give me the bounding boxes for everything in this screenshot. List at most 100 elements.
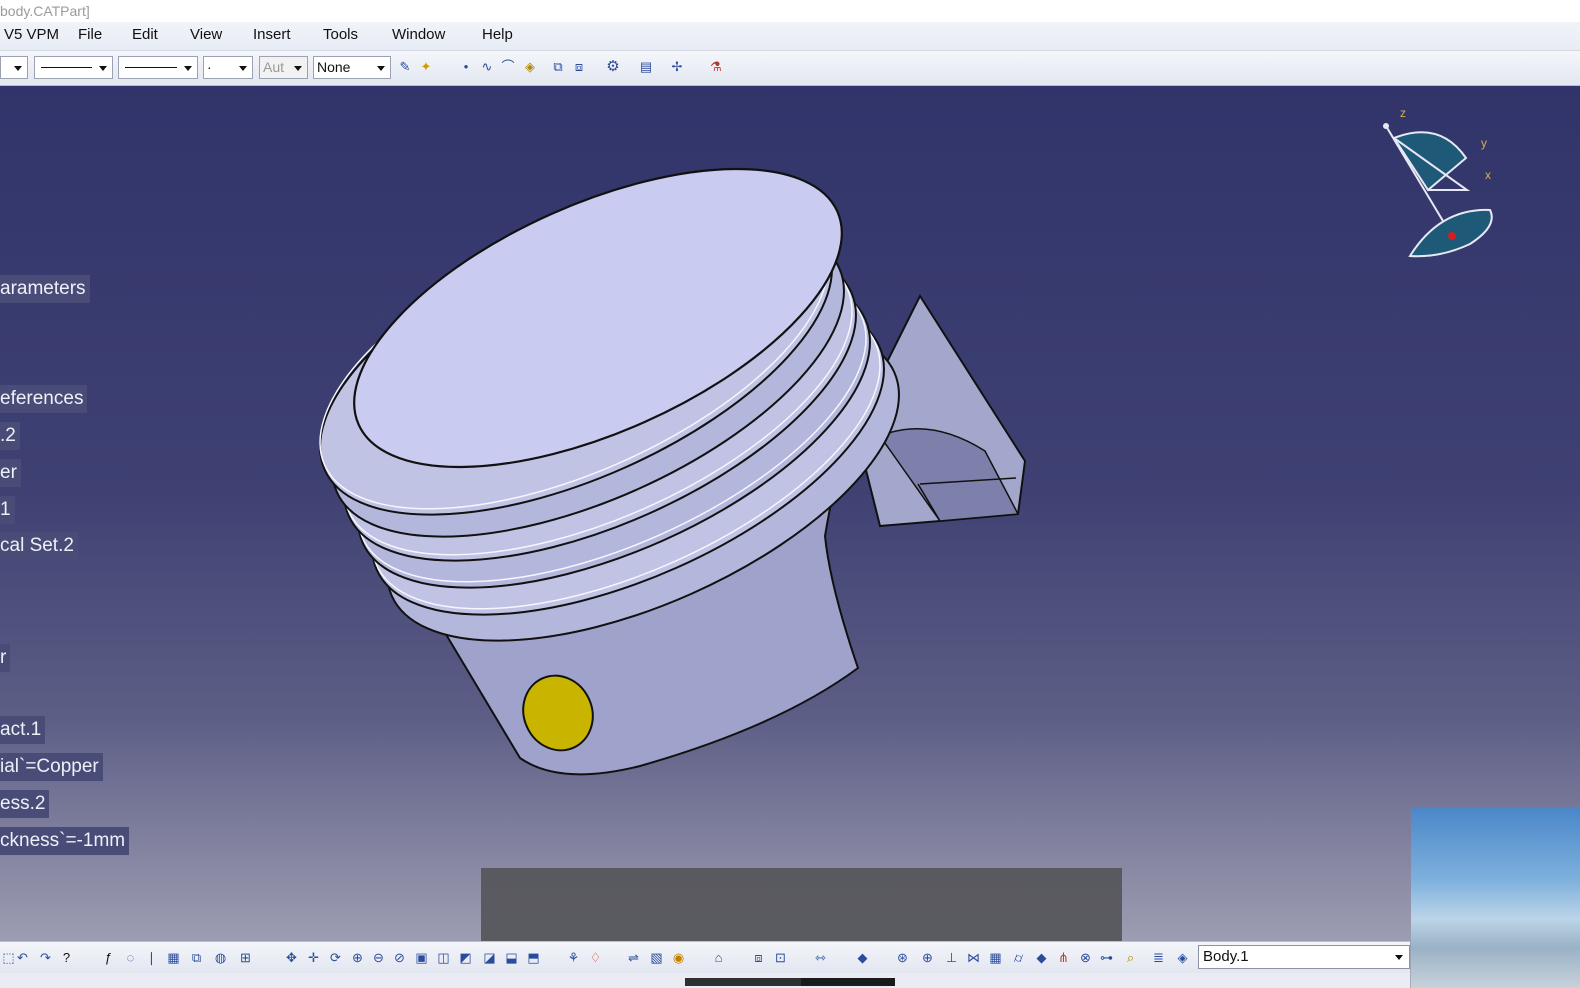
- compass-y-label: y: [1481, 136, 1487, 150]
- tree-node-1[interactable]: 1: [0, 496, 15, 524]
- point-icon[interactable]: •: [458, 59, 474, 75]
- globe-icon[interactable]: ⊕: [919, 949, 936, 966]
- sky-thumbnail: [1411, 807, 1580, 988]
- table-icon[interactable]: ▤: [638, 59, 654, 75]
- compass-z-label: z: [1400, 106, 1406, 120]
- menu-view[interactable]: View: [190, 26, 222, 43]
- cylinder-icon[interactable]: ⌭: [1010, 949, 1027, 966]
- tree-node-geometrical-set-2[interactable]: cal Set.2: [0, 532, 78, 560]
- window-title: body.CATPart]: [0, 3, 90, 19]
- rule-icon[interactable]: ◌: [122, 949, 139, 966]
- constraint-icon[interactable]: ⋈: [965, 949, 982, 966]
- pan-icon[interactable]: ✛: [305, 949, 322, 966]
- iso-view-icon[interactable]: ◫: [435, 949, 452, 966]
- hide-show-icon[interactable]: ◪: [481, 949, 498, 966]
- rendering-style-value: Aut: [263, 59, 285, 75]
- viewport-canvas: [276, 107, 1493, 776]
- view-mode-icon[interactable]: ⬒: [525, 949, 542, 966]
- arc-icon[interactable]: ⌒: [500, 59, 516, 75]
- tree-node-er[interactable]: er: [0, 459, 21, 487]
- piston-part[interactable]: [276, 107, 1027, 776]
- param-icon[interactable]: ❘: [143, 949, 160, 966]
- material-icon[interactable]: ◍: [212, 949, 229, 966]
- tree-node-extract-1[interactable]: act.1: [0, 716, 46, 744]
- linewidth-dropdown[interactable]: [118, 56, 198, 79]
- spinner-icon[interactable]: ⊛: [894, 949, 911, 966]
- knowledge-icon[interactable]: ⚗: [708, 59, 724, 75]
- multi-view-icon[interactable]: ▣: [413, 949, 430, 966]
- point-symbol-dropdown[interactable]: ·: [203, 56, 253, 79]
- list-icon[interactable]: ≣: [1150, 949, 1167, 966]
- table-icon[interactable]: ▦: [165, 949, 182, 966]
- current-body-value: Body.1: [1203, 948, 1249, 965]
- publication-icon[interactable]: ▧: [648, 949, 665, 966]
- copy-icon[interactable]: ⧈: [750, 949, 767, 966]
- graphic-properties-toolbar: · Aut None ✎ ✦ • ∿ ⌒ ◈ ⧉ ⧈ ⚙ ▤ ✢ ⚗: [0, 51, 1580, 86]
- spline-icon[interactable]: ∿: [479, 59, 495, 75]
- disabled-tool-icon[interactable]: ⊗: [1077, 949, 1094, 966]
- fit-all-icon[interactable]: ✥: [283, 949, 300, 966]
- menu-file[interactable]: File: [78, 26, 102, 43]
- painter-icon[interactable]: ✎: [397, 59, 413, 75]
- matrix-icon[interactable]: ▦: [987, 949, 1004, 966]
- surface-icon[interactable]: ◈: [522, 59, 538, 75]
- workbench-icon[interactable]: ⚙: [605, 59, 621, 75]
- tree-node-2[interactable]: .2: [0, 422, 20, 450]
- hierarchy-icon[interactable]: ⊶: [1098, 949, 1115, 966]
- layer-dropdown[interactable]: None: [313, 56, 391, 79]
- point-symbol-value: ·: [207, 59, 212, 75]
- measure-icon[interactable]: ✢: [669, 59, 685, 75]
- grid-icon[interactable]: ⊞: [237, 949, 254, 966]
- menu-v5-vpm[interactable]: V5 VPM: [4, 26, 59, 43]
- camera-icon[interactable]: ⌂: [710, 949, 727, 966]
- menu-window[interactable]: Window: [392, 26, 445, 43]
- tree-node-references[interactable]: eferences: [0, 385, 88, 413]
- 3d-viewport[interactable]: z y x arameters eferences .2 er 1 cal Se…: [0, 86, 1580, 988]
- axis-icon[interactable]: ⊥: [943, 949, 960, 966]
- color-dropdown[interactable]: [0, 56, 28, 79]
- catalog-icon[interactable]: ⧉: [188, 949, 205, 966]
- compass-x-label: x: [1485, 168, 1491, 182]
- compass-snap-icon[interactable]: ⇌: [625, 949, 642, 966]
- compass-widget[interactable]: [1383, 123, 1493, 258]
- rendering-style-dropdown[interactable]: Aut: [259, 56, 308, 79]
- menu-bar: V5 VPM File Edit View Insert Tools Windo…: [0, 22, 1580, 51]
- chevron-down-icon: [1392, 946, 1406, 968]
- menu-edit[interactable]: Edit: [132, 26, 158, 43]
- shading-icon[interactable]: ◩: [457, 949, 474, 966]
- tree-icon[interactable]: ⋔: [1055, 949, 1072, 966]
- menu-help[interactable]: Help: [482, 26, 513, 43]
- positioned-sketch-icon[interactable]: ⧈: [571, 59, 587, 75]
- help-icon[interactable]: ?: [58, 949, 75, 966]
- dimension-icon[interactable]: ⇿: [812, 949, 829, 966]
- current-body-select[interactable]: Body.1: [1198, 945, 1410, 969]
- linetype-dropdown[interactable]: [34, 56, 113, 79]
- formula-icon[interactable]: ƒ: [100, 949, 117, 966]
- undo-icon[interactable]: ↶: [14, 949, 31, 966]
- search-icon[interactable]: ⌕: [1122, 949, 1139, 966]
- progress-bar: [685, 978, 895, 986]
- analysis-icon[interactable]: ♢: [587, 949, 604, 966]
- render-icon[interactable]: ⚘: [565, 949, 582, 966]
- tree-node-parameters[interactable]: arameters: [0, 275, 90, 303]
- tree-node-thickness-2[interactable]: ess.2: [0, 790, 50, 818]
- tree-node-material-copper[interactable]: ial`=Copper: [0, 753, 103, 781]
- body-icon[interactable]: ◈: [1174, 949, 1191, 966]
- part-design-icon[interactable]: ◆: [854, 949, 871, 966]
- menu-insert[interactable]: Insert: [253, 26, 291, 43]
- structure-icon[interactable]: ⊡: [772, 949, 789, 966]
- menu-tools[interactable]: Tools: [323, 26, 358, 43]
- tree-node-thickness-value[interactable]: ckness`=-1mm: [0, 827, 130, 855]
- zoom-in-icon[interactable]: ⊕: [349, 949, 366, 966]
- sketch-icon[interactable]: ⧉: [550, 59, 566, 75]
- rotate-icon[interactable]: ⟳: [327, 949, 344, 966]
- normal-view-icon[interactable]: ⊘: [391, 949, 408, 966]
- graphic-properties-icon[interactable]: ✦: [418, 59, 434, 75]
- tree-node-r[interactable]: r: [0, 644, 11, 672]
- zoom-out-icon[interactable]: ⊖: [370, 949, 387, 966]
- swap-visible-icon[interactable]: ⬓: [503, 949, 520, 966]
- solid-icon[interactable]: ◆: [1033, 949, 1050, 966]
- redo-icon[interactable]: ↷: [37, 949, 54, 966]
- chevron-down-icon: [236, 57, 250, 78]
- light-icon[interactable]: ◉: [670, 949, 687, 966]
